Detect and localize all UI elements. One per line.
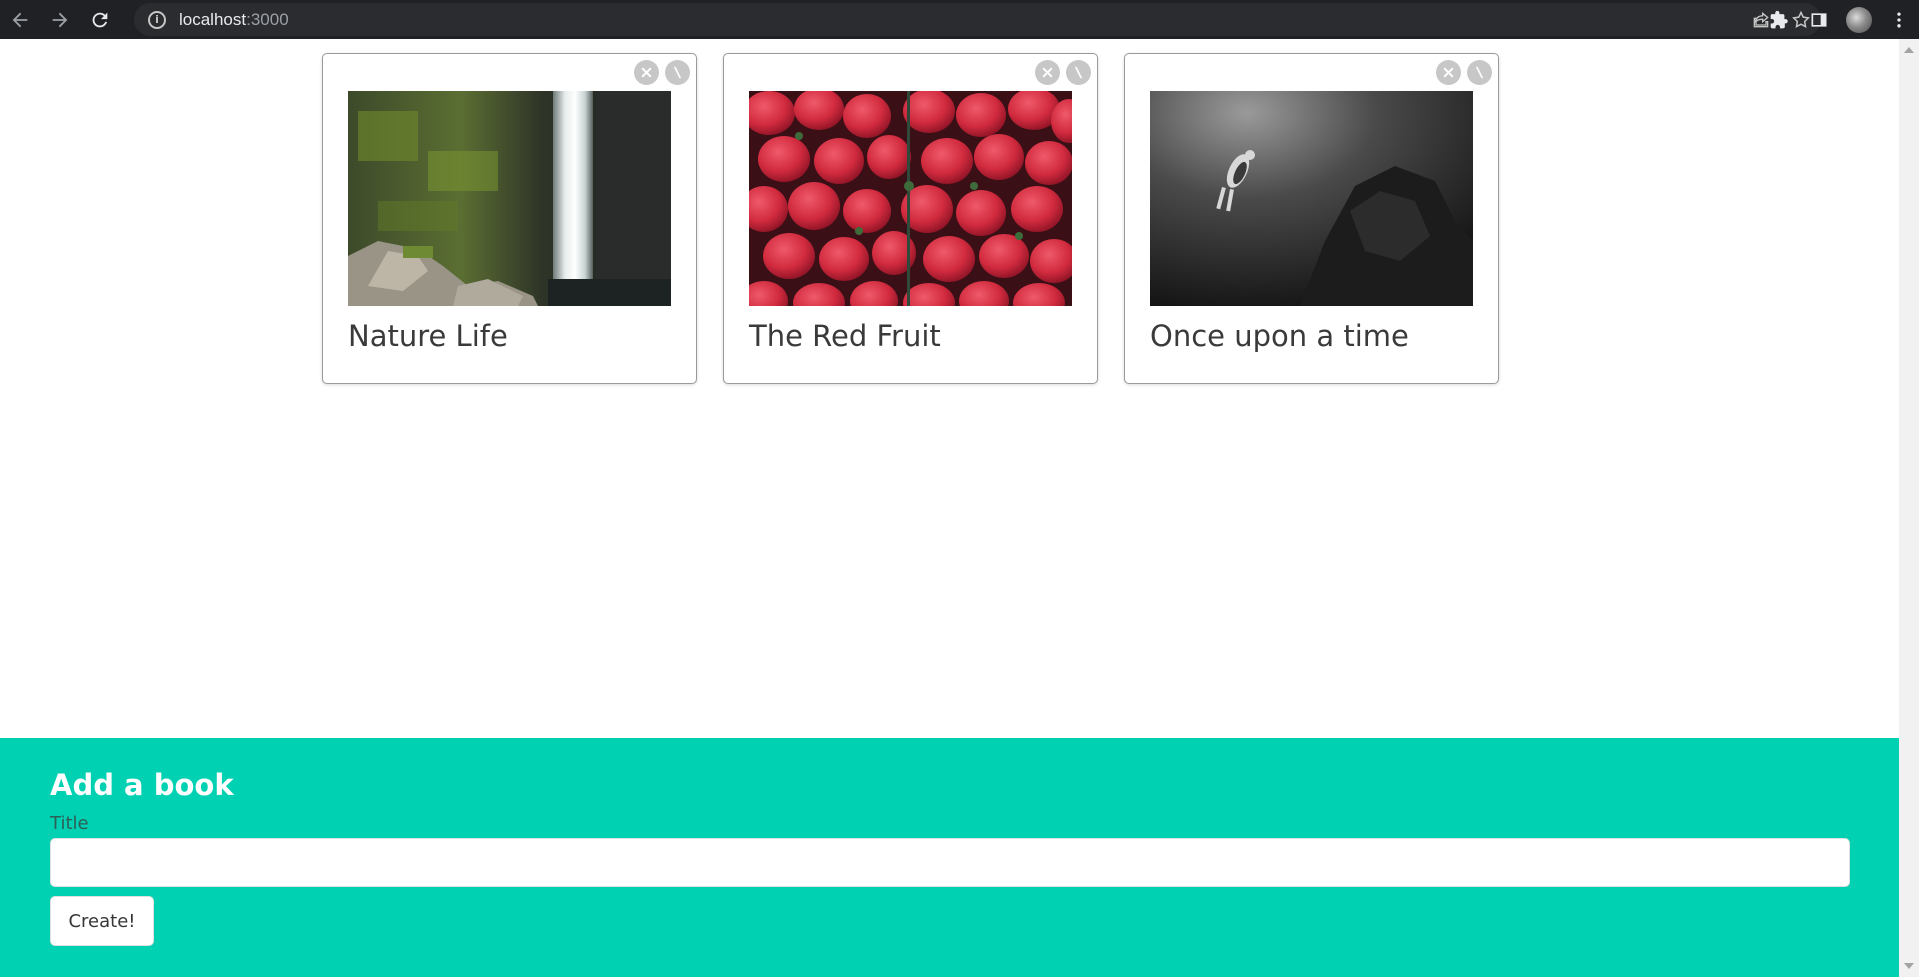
page-viewport: Nature Life The Red Fruit Once upon a ti…	[0, 39, 1899, 977]
delete-book-button[interactable]	[1436, 60, 1461, 85]
edit-icon	[673, 66, 682, 79]
extensions-button[interactable]	[1759, 0, 1799, 39]
info-icon[interactable]: i	[148, 10, 166, 29]
delete-book-button[interactable]	[634, 60, 659, 85]
side-panel-icon	[1811, 12, 1827, 27]
card-actions	[634, 60, 690, 85]
book-card: Nature Life	[322, 53, 697, 384]
book-title: Once upon a time	[1150, 319, 1409, 353]
book-title: Nature Life	[348, 319, 508, 353]
menu-button[interactable]	[1879, 0, 1919, 39]
edit-icon	[1074, 66, 1083, 79]
more-vert-icon	[1897, 12, 1901, 27]
reload-button[interactable]	[80, 0, 120, 39]
edit-book-button[interactable]	[1467, 60, 1492, 85]
arrow-left-icon	[12, 12, 28, 27]
edit-book-button[interactable]	[1066, 60, 1091, 85]
back-button[interactable]	[0, 0, 40, 39]
address-bar[interactable]: i localhost:3000	[134, 3, 1821, 36]
close-icon	[1042, 67, 1053, 78]
page-scrollbar[interactable]	[1899, 39, 1919, 977]
forward-button[interactable]	[40, 0, 80, 39]
title-label: Title	[50, 813, 89, 834]
book-title: The Red Fruit	[749, 319, 941, 353]
reload-icon	[92, 12, 108, 27]
form-heading: Add a book	[50, 768, 234, 802]
delete-book-button[interactable]	[1035, 60, 1060, 85]
side-panel-button[interactable]	[1799, 0, 1839, 39]
url-text[interactable]: localhost:3000	[179, 10, 289, 30]
scroll-down-icon[interactable]	[1904, 963, 1914, 969]
browser-toolbar: i localhost:3000	[0, 0, 1919, 39]
puzzle-icon	[1770, 10, 1788, 28]
scroll-up-icon[interactable]	[1904, 47, 1914, 53]
title-input[interactable]	[50, 838, 1850, 887]
book-card: Once upon a time	[1124, 53, 1499, 384]
close-icon	[1443, 67, 1454, 78]
edit-icon	[1475, 66, 1484, 79]
close-icon	[641, 67, 652, 78]
arrow-right-icon	[52, 12, 68, 27]
create-button[interactable]: Create!	[50, 896, 154, 946]
book-cover-strawberries	[749, 91, 1072, 306]
book-list: Nature Life The Red Fruit Once upon a ti…	[322, 53, 1499, 384]
profile-button[interactable]	[1839, 0, 1879, 39]
card-actions	[1436, 60, 1492, 85]
edit-book-button[interactable]	[665, 60, 690, 85]
add-book-form: Add a book Title Create!	[0, 738, 1899, 977]
book-cover-diver	[1150, 91, 1473, 306]
book-cover-waterfall	[348, 91, 671, 306]
avatar	[1846, 6, 1872, 33]
book-card: The Red Fruit	[723, 53, 1098, 384]
card-actions	[1035, 60, 1091, 85]
